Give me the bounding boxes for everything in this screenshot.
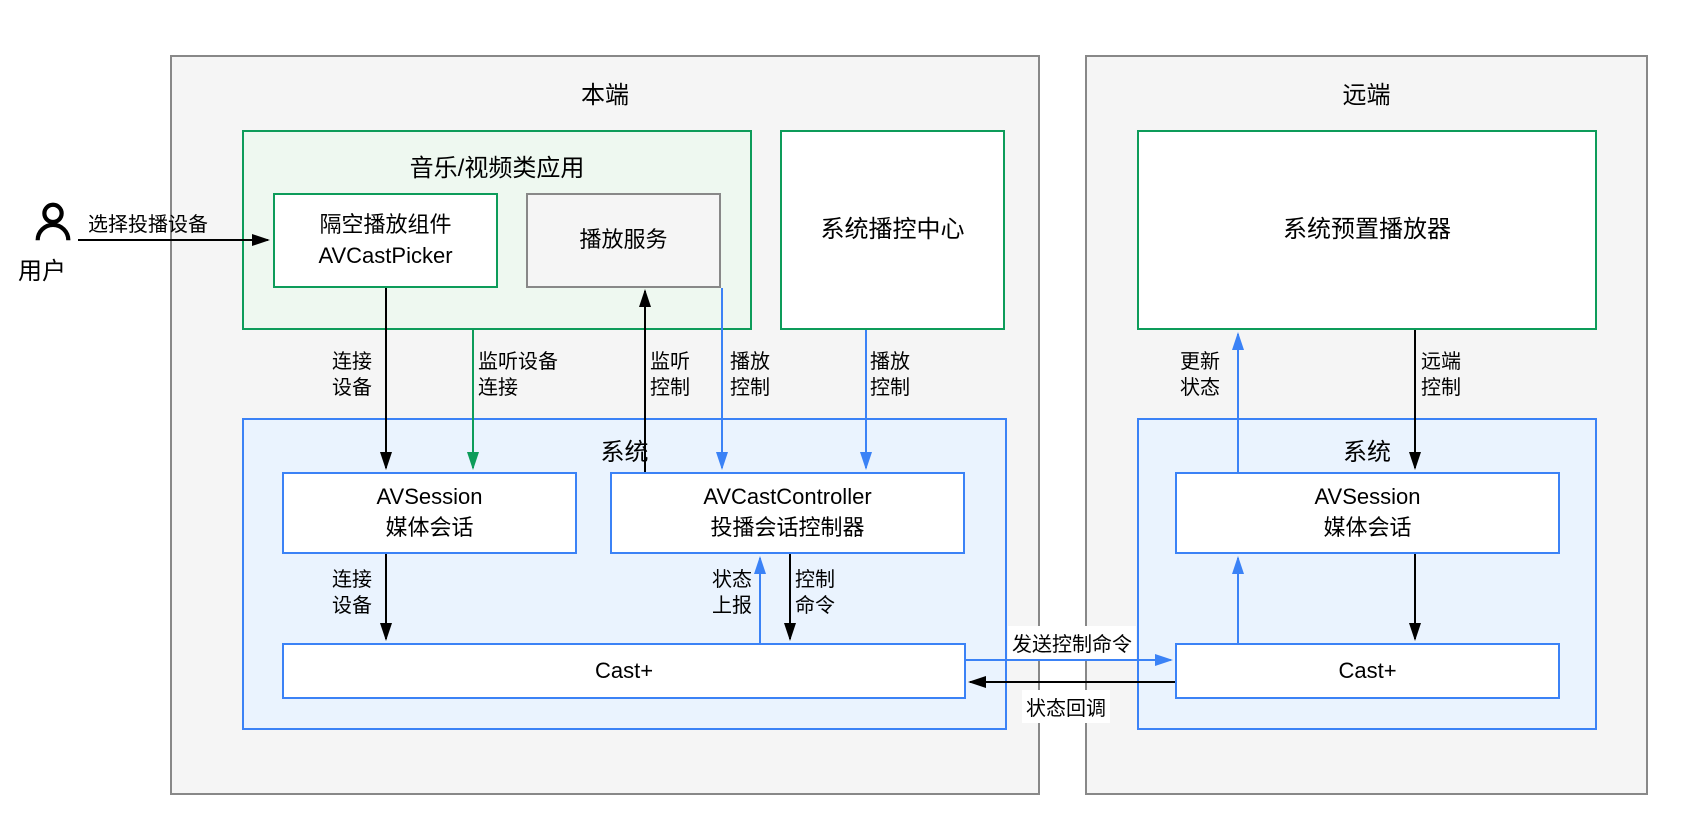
remote-system-title: 系统 [1137, 432, 1597, 467]
arrow-select-device: 选择投播设备 [88, 212, 208, 238]
arrow-remote-control: 远端 控制 [1421, 349, 1461, 401]
arrow-status-callback: 状态回调 [1022, 690, 1110, 723]
app-title: 音乐/视频类应用 [242, 148, 752, 183]
remote-avsession-box: AVSession 媒体会话 [1175, 472, 1560, 554]
play-service-box: 播放服务 [526, 193, 721, 288]
avcastcontroller-box: AVCastController 投播会话控制器 [610, 472, 965, 554]
user-icon [30, 200, 76, 246]
local-system-title: 系统 [242, 432, 1007, 467]
arrow-send-cmd: 发送控制命令 [1008, 626, 1136, 659]
local-avsession-box: AVSession 媒体会话 [282, 472, 577, 554]
local-cast-box: Cast+ [282, 643, 966, 699]
arrow-listen-control: 监听 控制 [650, 349, 690, 401]
arrow-control-cmd: 控制 命令 [795, 567, 835, 619]
remote-player-box: 系统预置播放器 [1137, 130, 1597, 330]
arrow-listen-connect: 监听设备 连接 [478, 349, 558, 401]
remote-title: 远端 [1087, 75, 1646, 110]
user-label: 用户 [18, 256, 66, 287]
arrow-connect-device-2: 连接 设备 [332, 567, 372, 619]
avcastpicker-box: 隔空播放组件 AVCastPicker [273, 193, 498, 288]
control-center-box: 系统播控中心 [780, 130, 1005, 330]
arrow-play-control-2: 播放 控制 [870, 349, 910, 401]
remote-cast-box: Cast+ [1175, 643, 1560, 699]
arrow-play-control-1: 播放 控制 [730, 349, 770, 401]
arrow-connect-device-1: 连接 设备 [332, 349, 372, 401]
arrow-update-status: 更新 状态 [1180, 349, 1220, 401]
local-title: 本端 [172, 75, 1038, 110]
arrow-status-report: 状态 上报 [712, 567, 752, 619]
